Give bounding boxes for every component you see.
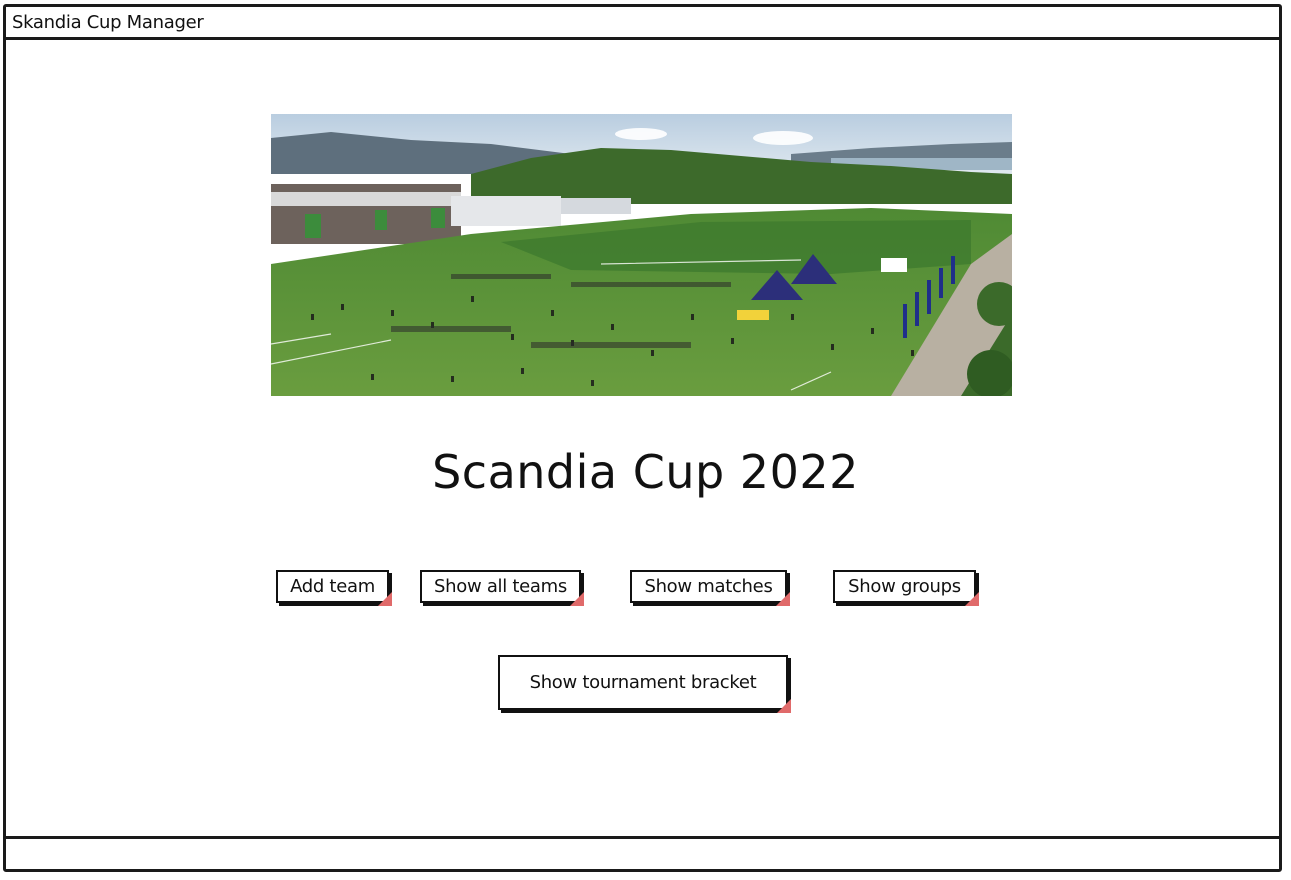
button-corner-icon <box>965 592 979 606</box>
show-tournament-bracket-label: Show tournament bracket <box>529 672 757 693</box>
show-matches-button[interactable]: Show matches <box>630 570 790 606</box>
add-team-label: Add team <box>290 576 375 597</box>
show-all-teams-button[interactable]: Show all teams <box>420 570 584 606</box>
window-title: Skandia Cup Manager <box>12 12 204 33</box>
status-bar <box>6 836 1279 869</box>
button-corner-icon <box>777 699 791 713</box>
show-matches-label: Show matches <box>644 576 773 597</box>
show-groups-label: Show groups <box>848 576 961 597</box>
show-tournament-bracket-button[interactable]: Show tournament bracket <box>498 655 791 713</box>
button-corner-icon <box>776 592 790 606</box>
button-corner-icon <box>570 592 584 606</box>
show-groups-button[interactable]: Show groups <box>833 570 979 606</box>
page-title: Scandia Cup 2022 <box>432 445 859 499</box>
add-team-button[interactable]: Add team <box>276 570 392 606</box>
title-bar: Skandia Cup Manager <box>6 7 1279 40</box>
show-all-teams-label: Show all teams <box>434 576 567 597</box>
button-corner-icon <box>378 592 392 606</box>
hero-image <box>271 114 1012 396</box>
